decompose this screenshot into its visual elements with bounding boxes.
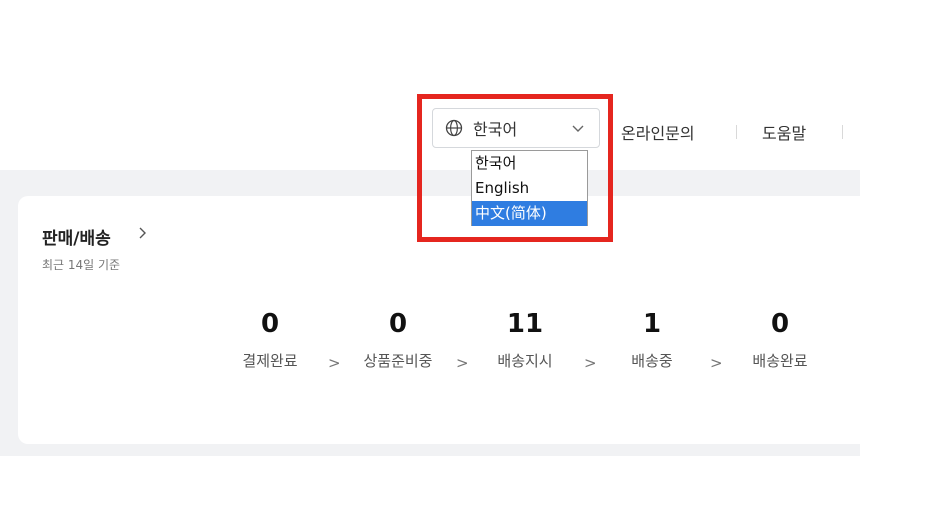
nav-divider	[736, 125, 737, 139]
online-inquiry-link[interactable]: 온라인문의	[621, 120, 695, 144]
globe-icon	[445, 119, 463, 137]
chevron-down-icon	[572, 125, 584, 132]
language-option-korean[interactable]: 한국어	[472, 151, 587, 176]
nav-divider	[842, 125, 843, 139]
language-option-english[interactable]: English	[472, 176, 587, 201]
status-count: 0	[770, 309, 790, 339]
language-option-chinese-simplified[interactable]: 中文(简体)	[472, 201, 587, 226]
status-label: 상품준비중	[363, 352, 433, 370]
step-arrow: >	[456, 354, 469, 372]
card-subtitle: 최근 14일 기준	[42, 258, 121, 272]
status-count: 1	[642, 309, 662, 339]
language-dropdown-list: 한국어 English 中文(简体)	[471, 150, 588, 226]
step-arrow: >	[584, 354, 597, 372]
chevron-right-icon[interactable]	[138, 226, 148, 240]
help-link[interactable]: 도움말	[762, 120, 806, 144]
status-label: 결제완료	[242, 352, 298, 370]
status-delivered[interactable]: 0 배송완료	[730, 308, 830, 371]
language-select[interactable]: 한국어	[432, 108, 600, 148]
status-label: 배송완료	[752, 352, 808, 370]
status-label: 배송중	[631, 352, 673, 370]
status-count: 0	[388, 309, 408, 339]
sales-delivery-card: 판매/배송 최근 14일 기준 0 결제완료 > 0 상품준비중 > 11 배송…	[18, 196, 860, 444]
status-in-transit[interactable]: 1 배송중	[602, 308, 702, 371]
status-label: 배송지시	[497, 352, 553, 370]
step-arrow: >	[710, 354, 723, 372]
card-title[interactable]: 판매/배송	[42, 224, 111, 249]
step-arrow: >	[328, 354, 341, 372]
status-preparing[interactable]: 0 상품준비중	[348, 308, 448, 371]
language-select-value: 한국어	[473, 120, 518, 139]
status-shipping-ordered[interactable]: 11 배송지시	[475, 308, 575, 371]
top-header: 한국어 온라인문의 도움말	[0, 0, 860, 170]
status-paid[interactable]: 0 결제완료	[220, 308, 320, 371]
status-count: 11	[506, 309, 544, 339]
status-count: 0	[260, 309, 280, 339]
